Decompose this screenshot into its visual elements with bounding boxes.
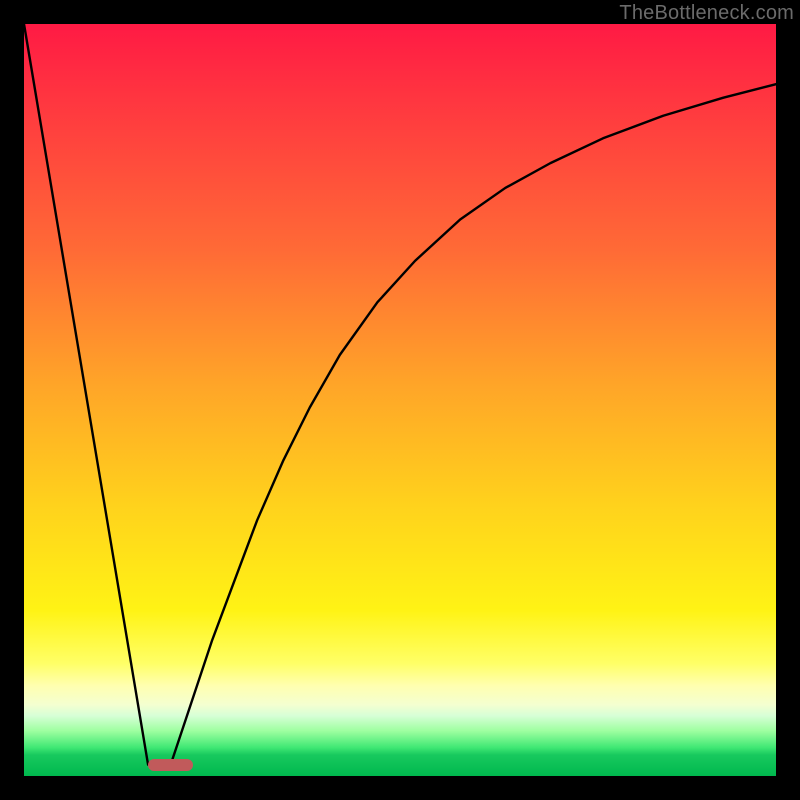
plot-area bbox=[24, 24, 776, 776]
series-right-curve bbox=[171, 84, 776, 765]
chart-frame: TheBottleneck.com bbox=[0, 0, 800, 800]
curve-layer bbox=[24, 24, 776, 776]
watermark-text: TheBottleneck.com bbox=[619, 2, 794, 25]
series-left-descent bbox=[24, 24, 148, 765]
optimal-marker bbox=[148, 759, 193, 771]
